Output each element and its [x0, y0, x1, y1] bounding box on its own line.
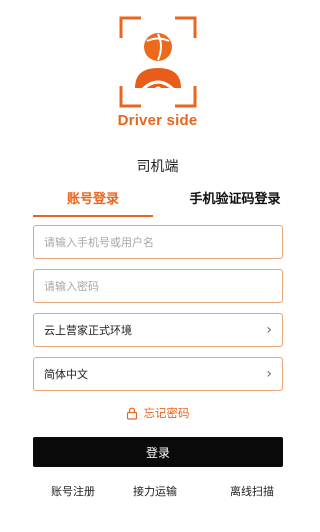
- environment-value: 云上营家正式环境: [44, 324, 132, 337]
- forgot-password-link[interactable]: 忘记密码: [0, 405, 315, 421]
- active-tab-indicator: [33, 215, 153, 217]
- tab-account-login[interactable]: 账号登录: [33, 188, 153, 207]
- chevron-right-icon: ›: [266, 366, 272, 382]
- language-value: 简体中文: [44, 368, 88, 381]
- login-tabs: 账号登录 手机验证码登录: [33, 188, 283, 220]
- password-input[interactable]: [44, 279, 272, 293]
- forgot-password-label: 忘记密码: [143, 406, 190, 420]
- username-field[interactable]: [33, 225, 283, 259]
- password-field[interactable]: [33, 269, 283, 303]
- relay-transport-link[interactable]: 接力运输: [133, 483, 177, 499]
- lock-icon: [126, 407, 137, 420]
- language-select[interactable]: 简体中文 ›: [33, 357, 283, 391]
- logo-text: Driver side: [117, 112, 198, 129]
- chevron-right-icon: ›: [266, 322, 272, 338]
- login-button[interactable]: 登录: [33, 437, 283, 467]
- tab-sms-login[interactable]: 手机验证码登录: [173, 188, 297, 207]
- bottom-links: 账号注册 接力运输 离线扫描: [0, 483, 315, 503]
- offline-scan-link[interactable]: 离线扫描: [230, 483, 274, 499]
- driver-steering-wheel-logo-icon: [119, 16, 196, 108]
- app-name: 司机端: [136, 159, 179, 175]
- register-link[interactable]: 账号注册: [51, 483, 95, 499]
- username-input[interactable]: [44, 235, 272, 249]
- app-logo: Driver side: [0, 14, 315, 129]
- environment-select[interactable]: 云上营家正式环境 ›: [33, 313, 283, 347]
